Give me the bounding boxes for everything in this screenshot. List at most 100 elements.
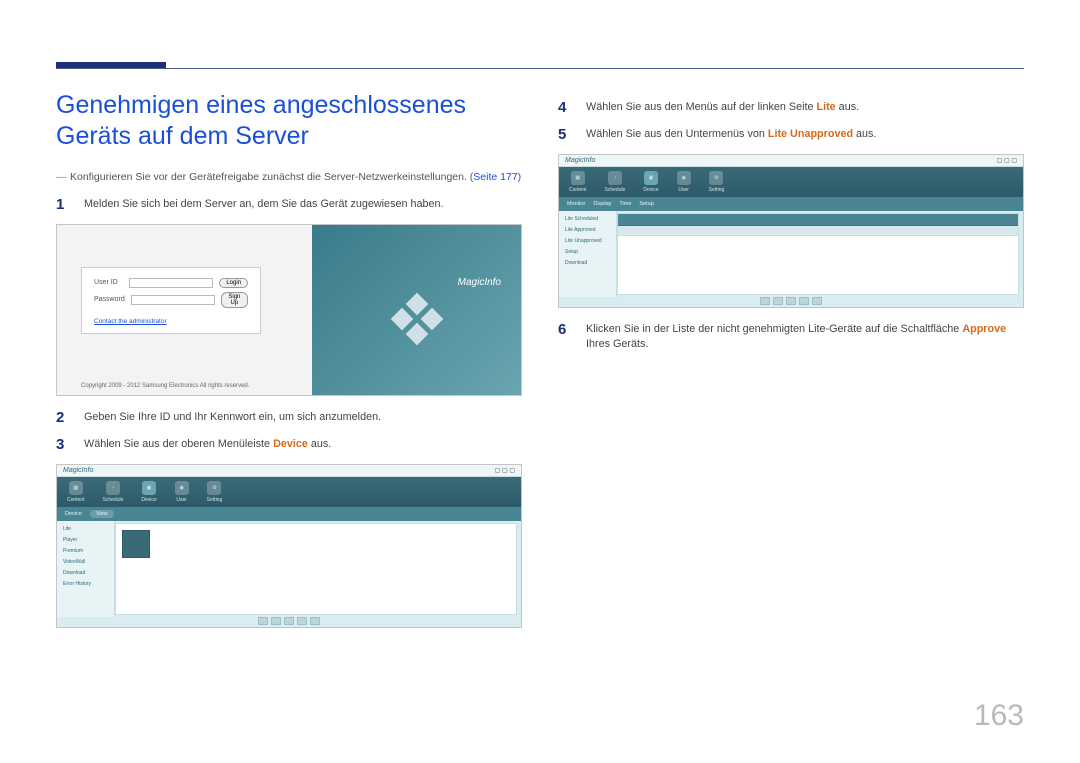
user-icon: ◉ <box>175 481 189 495</box>
password-input[interactable] <box>131 295 215 305</box>
step-3: 3 Wählen Sie aus der oberen Menüleiste D… <box>56 437 522 452</box>
main-pane <box>115 523 517 615</box>
content-icon: ▦ <box>571 171 585 185</box>
step-number: 2 <box>56 410 70 425</box>
step-3-post: aus. <box>308 438 331 450</box>
diamond-icon <box>394 296 440 342</box>
subtab-time[interactable]: Time <box>619 201 631 207</box>
app-toolbar: ▦Content ◔Schedule ▣Device ◉User ⚙Settin… <box>559 167 1023 197</box>
device-icon: ▣ <box>644 171 658 185</box>
user-id-label: User ID <box>94 279 123 286</box>
step-4-text: Wählen Sie aus den Menüs auf der linken … <box>586 100 859 115</box>
toolbar-setting[interactable]: ⚙Setting <box>207 481 223 503</box>
sidebar-item[interactable]: VideoWall <box>61 558 110 566</box>
step-6: 6 Klicken Sie in der Liste der nicht gen… <box>558 322 1024 351</box>
figure-lite-app: MagicInfo ▢ ▢ ▢ ▦Content ◔Schedule ▣Devi… <box>558 154 1024 308</box>
list-header <box>618 214 1018 226</box>
pager-prev[interactable] <box>773 297 783 305</box>
pager <box>258 617 320 625</box>
lead-text: Konfigurieren Sie vor der Gerätefreigabe… <box>70 171 473 183</box>
toolbar-schedule[interactable]: ◔Schedule <box>103 481 124 503</box>
subbar: Device View <box>57 507 521 521</box>
toolbar-content[interactable]: ▦Content <box>569 171 587 193</box>
user-id-input[interactable] <box>129 278 213 288</box>
sidebar-item[interactable]: Download <box>61 569 110 577</box>
sidebar-item[interactable]: Setup <box>563 248 612 256</box>
sidebar-item[interactable]: Premium <box>61 547 110 555</box>
sidebar-item[interactable]: Download <box>563 259 612 267</box>
password-label: Password <box>94 296 125 303</box>
sidebar-item[interactable]: Error History <box>61 580 110 588</box>
device-icon: ▣ <box>142 481 156 495</box>
step-1-text: Melden Sie sich bei dem Server an, dem S… <box>84 197 444 212</box>
step-number: 6 <box>558 322 572 351</box>
step-4: 4 Wählen Sie aus den Menüs auf der linke… <box>558 100 1024 115</box>
pager-page[interactable] <box>786 297 796 305</box>
step-5-text: Wählen Sie aus den Untermenüs von Lite U… <box>586 127 876 142</box>
user-icon: ◉ <box>677 171 691 185</box>
pager-last[interactable] <box>812 297 822 305</box>
page-number: 163 <box>974 699 1024 733</box>
step-2: 2 Geben Sie Ihre ID und Ihr Kennwort ein… <box>56 410 522 425</box>
signup-button[interactable]: Sign Up <box>221 292 248 308</box>
pager-last[interactable] <box>310 617 320 625</box>
schedule-icon: ◔ <box>608 171 622 185</box>
window-controls-icon: ▢ ▢ ▢ <box>997 157 1017 164</box>
contact-admin-link[interactable]: Contact the administrator <box>94 318 167 325</box>
gear-icon: ⚙ <box>207 481 221 495</box>
main-pane <box>617 213 1019 295</box>
schedule-icon: ◔ <box>106 481 120 495</box>
figure-device-app: MagicInfo ▢ ▢ ▢ ▦Content ◔Schedule ▣Devi… <box>56 464 522 628</box>
step-5-highlight: Lite Unapproved <box>768 128 853 140</box>
lead-tail: ) <box>518 171 522 183</box>
subtab-display[interactable]: Display <box>593 201 611 207</box>
toolbar-user[interactable]: ◉User <box>175 481 189 503</box>
login-button[interactable]: Login <box>219 278 248 288</box>
pager-next[interactable] <box>297 617 307 625</box>
step-6-text: Klicken Sie in der Liste der nicht geneh… <box>586 322 1024 351</box>
device-thumbnail[interactable] <box>122 530 150 558</box>
app-brand: MagicInfo <box>565 157 595 164</box>
lead-page-link[interactable]: Seite 177 <box>473 171 517 183</box>
subbar: Monitor Display Time Setup <box>559 197 1023 211</box>
subtab-device[interactable]: Device <box>65 511 82 517</box>
pager-first[interactable] <box>258 617 268 625</box>
step-4-pre: Wählen Sie aus den Menüs auf der linken … <box>586 101 816 113</box>
step-4-highlight: Lite <box>816 101 835 113</box>
toolbar-schedule[interactable]: ◔Schedule <box>605 171 626 193</box>
toolbar-device[interactable]: ▣Device <box>643 171 658 193</box>
step-1: 1 Melden Sie sich bei dem Server an, dem… <box>56 197 522 212</box>
toolbar-device[interactable]: ▣Device <box>141 481 156 503</box>
figure-login: MagicInfo User ID Login Password Sign Up <box>56 224 522 396</box>
toolbar-setting[interactable]: ⚙Setting <box>709 171 725 193</box>
step-number: 3 <box>56 437 70 452</box>
step-number: 5 <box>558 127 572 142</box>
toolbar-user[interactable]: ◉User <box>677 171 691 193</box>
sidebar-item[interactable]: Player <box>61 536 110 544</box>
step-3-highlight: Device <box>273 438 308 450</box>
lead-note: Konfigurieren Sie vor der Gerätefreigabe… <box>56 171 522 183</box>
subtab-setup[interactable]: Setup <box>639 201 653 207</box>
step-5: 5 Wählen Sie aus den Untermenüs von Lite… <box>558 127 1024 142</box>
sidebar-item[interactable]: Lite <box>61 525 110 533</box>
sidebar-item[interactable]: Lite Scheduled <box>563 215 612 223</box>
sidebar-item[interactable]: Lite Approved <box>563 226 612 234</box>
login-brand: MagicInfo <box>458 277 501 288</box>
toolbar-content[interactable]: ▦Content <box>67 481 85 503</box>
step-2-text: Geben Sie Ihre ID und Ihr Kennwort ein, … <box>84 410 381 425</box>
sidebar-item-lite-unapproved[interactable]: Lite Unapproved <box>563 237 612 245</box>
pager-page[interactable] <box>284 617 294 625</box>
subtab-monitor[interactable]: Monitor <box>567 201 585 207</box>
pager-next[interactable] <box>799 297 809 305</box>
window-controls-icon: ▢ ▢ ▢ <box>495 467 515 474</box>
step-6-highlight: Approve <box>962 323 1006 335</box>
view-pill[interactable]: View <box>90 510 114 518</box>
step-4-post: aus. <box>836 101 859 113</box>
step-5-pre: Wählen Sie aus den Untermenüs von <box>586 128 768 140</box>
pager <box>760 297 822 305</box>
login-bg-right: MagicInfo <box>312 225 521 395</box>
table-row[interactable] <box>618 226 1018 236</box>
login-panel: User ID Login Password Sign Up Contact t… <box>81 267 261 334</box>
pager-prev[interactable] <box>271 617 281 625</box>
pager-first[interactable] <box>760 297 770 305</box>
